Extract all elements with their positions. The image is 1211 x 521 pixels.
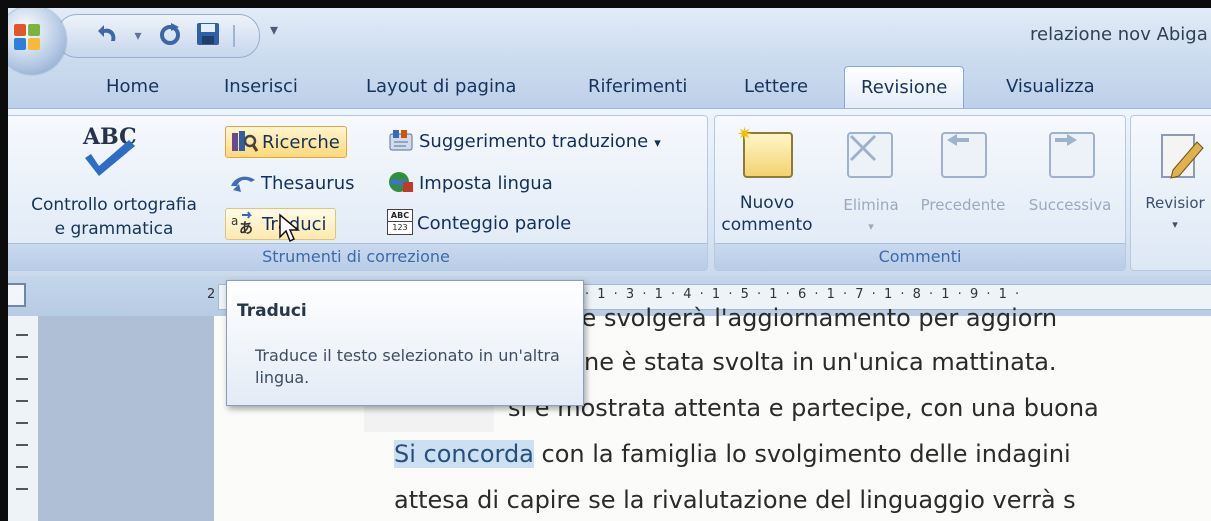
suggerimento-traduzione-button[interactable]: Suggerimento traduzione ▾ bbox=[387, 126, 661, 158]
delete-comment-icon bbox=[847, 132, 893, 178]
suggerimento-label: Suggerimento traduzione bbox=[419, 131, 649, 152]
ruler-tick bbox=[16, 334, 28, 336]
tab-inserisci[interactable]: Inserisci bbox=[224, 76, 298, 97]
ruler-tick bbox=[16, 378, 28, 380]
translation-suggestion-icon bbox=[387, 128, 415, 152]
chevron-down-icon: ▾ bbox=[654, 136, 661, 151]
undo-dropdown-icon[interactable]: ▾ bbox=[123, 21, 153, 51]
doc-line-2: ne è stata svolta in un'unica mattinata. bbox=[584, 348, 1057, 376]
thesaurus-label: Thesaurus bbox=[261, 173, 355, 194]
abc-spelling-icon: ABC bbox=[77, 124, 147, 184]
next-comment-icon bbox=[1049, 132, 1095, 178]
doc-line-4-rest: con la famiglia lo svolgimento delle ind… bbox=[533, 440, 1071, 468]
save-icon[interactable] bbox=[193, 21, 223, 51]
nuovo-label: Nuovo bbox=[739, 193, 795, 213]
imposta-lingua-button[interactable]: Imposta lingua bbox=[387, 168, 553, 200]
doc-line-5: attesa di capire se la rivalutazione del… bbox=[394, 486, 1076, 514]
ruler-tick bbox=[16, 488, 28, 490]
word-count-icon-abc: ABC bbox=[390, 211, 410, 220]
new-comment-icon: ✷ bbox=[737, 124, 793, 178]
track-changes-icon bbox=[1161, 134, 1204, 179]
ribbon-tabs: Home Inserisci Layout di pagina Riferime… bbox=[8, 66, 1211, 108]
ribbon: ABC Controllo ortografia e grammatica Ri… bbox=[8, 108, 1211, 277]
doc-line-3: si è mostrata attenta e partecipe, con u… bbox=[508, 394, 1099, 422]
customize-qat-icon[interactable]: ▾ bbox=[270, 20, 278, 39]
word-window: ▾ ▾ relazione nov Abiga Home Inserisci L… bbox=[8, 8, 1211, 521]
precedente-label: Precedente bbox=[920, 196, 1006, 214]
group-strumenti-di-correzione: ABC Controllo ortografia e grammatica Ri… bbox=[8, 115, 708, 271]
qat-separator bbox=[233, 25, 235, 47]
spelling-label-line2: e grammatica bbox=[54, 219, 174, 239]
quick-access-toolbar: ▾ bbox=[56, 14, 260, 58]
tab-revisione[interactable]: Revisione bbox=[844, 66, 965, 108]
doc-line-4: Si concorda con la famiglia lo svolgimen… bbox=[394, 440, 1071, 468]
ricerche-button[interactable]: Ricerche bbox=[225, 126, 347, 158]
ruler-tick bbox=[16, 466, 28, 468]
svg-text:あ: あ bbox=[239, 221, 253, 235]
previous-comment-icon bbox=[941, 132, 987, 178]
traduci-button[interactable]: aあ Traduci bbox=[225, 208, 336, 243]
ruler-tick bbox=[16, 444, 28, 446]
tooltip-description: Traduce il testo selezionato in un'altra… bbox=[255, 346, 560, 387]
elimina-label: Elimina bbox=[843, 196, 899, 214]
ruler-scale: · 1 · 3 · 1 · 4 · 1 · 5 · 1 · 6 · 1 · 7 … bbox=[585, 287, 1022, 302]
group-label-commenti: Commenti bbox=[715, 243, 1125, 270]
doc-line-1: breve svolgerà l'aggiornamento per aggio… bbox=[528, 304, 1058, 332]
successiva-button[interactable]: Successiva bbox=[1015, 120, 1125, 240]
spelling-label-line1: Controllo ortografia bbox=[31, 195, 197, 215]
tab-selector-icon[interactable] bbox=[8, 283, 26, 307]
word-count-icon: ABC 123 bbox=[387, 209, 413, 235]
nuovo-commento-button[interactable]: ✷ Nuovo commento bbox=[721, 120, 813, 240]
translate-icon: aあ bbox=[230, 211, 258, 237]
tab-visualizza[interactable]: Visualizza bbox=[1006, 76, 1095, 97]
vertical-ruler[interactable] bbox=[8, 316, 39, 521]
group-commenti: ✷ Nuovo commento Elimina ▾ Precedente Su… bbox=[714, 115, 1126, 271]
ruler-tick bbox=[16, 422, 28, 424]
ruler-tick bbox=[16, 400, 28, 402]
revisioni-dropdown-icon: ▾ bbox=[1172, 218, 1178, 231]
group-rilevamento: Revisior ▾ bbox=[1130, 115, 1211, 271]
tab-layout-di-pagina[interactable]: Layout di pagina bbox=[366, 76, 516, 97]
tab-lettere[interactable]: Lettere bbox=[744, 76, 808, 97]
revisioni-button[interactable]: Revisior ▾ bbox=[1135, 120, 1211, 240]
tab-riferimenti[interactable]: Riferimenti bbox=[588, 76, 687, 97]
window-title: relazione nov Abiga bbox=[1030, 24, 1208, 45]
globe-language-icon bbox=[387, 170, 415, 194]
selected-text[interactable]: Si concorda bbox=[394, 440, 534, 468]
elimina-dropdown-icon: ▾ bbox=[868, 220, 874, 233]
svg-text:a: a bbox=[231, 214, 238, 228]
successiva-label: Successiva bbox=[1028, 196, 1112, 214]
precedente-button[interactable]: Precedente bbox=[913, 120, 1013, 240]
office-button[interactable] bbox=[8, 8, 66, 74]
ruler-margin-mark: 2 bbox=[207, 287, 216, 302]
title-bar: ▾ ▾ relazione nov Abiga bbox=[8, 8, 1211, 74]
thesaurus-icon bbox=[229, 170, 257, 194]
elimina-button[interactable]: Elimina ▾ bbox=[833, 120, 909, 240]
undo-icon[interactable] bbox=[93, 21, 123, 51]
office-logo-icon bbox=[14, 24, 42, 52]
research-books-icon bbox=[230, 129, 259, 153]
conteggio-parole-button[interactable]: ABC 123 Conteggio parole bbox=[387, 208, 571, 240]
thesaurus-button[interactable]: Thesaurus bbox=[229, 168, 354, 200]
word-count-icon-123: 123 bbox=[388, 221, 412, 233]
commento-label: commento bbox=[721, 215, 813, 235]
group-label-strumenti: Strumenti di correzione bbox=[8, 243, 707, 270]
spelling-grammar-button[interactable]: ABC Controllo ortografia e grammatica bbox=[9, 118, 223, 239]
ruler-tick bbox=[16, 356, 28, 358]
conteggio-label: Conteggio parole bbox=[417, 213, 572, 234]
redo-icon[interactable] bbox=[155, 21, 185, 51]
revisioni-label: Revisior bbox=[1145, 194, 1205, 212]
ricerche-label: Ricerche bbox=[262, 132, 340, 153]
traduci-tooltip: Traduci Traduce il testo selezionato in … bbox=[226, 280, 584, 406]
imposta-lingua-label: Imposta lingua bbox=[419, 173, 553, 194]
tooltip-title: Traduci bbox=[237, 301, 307, 321]
tab-home[interactable]: Home bbox=[106, 76, 159, 97]
